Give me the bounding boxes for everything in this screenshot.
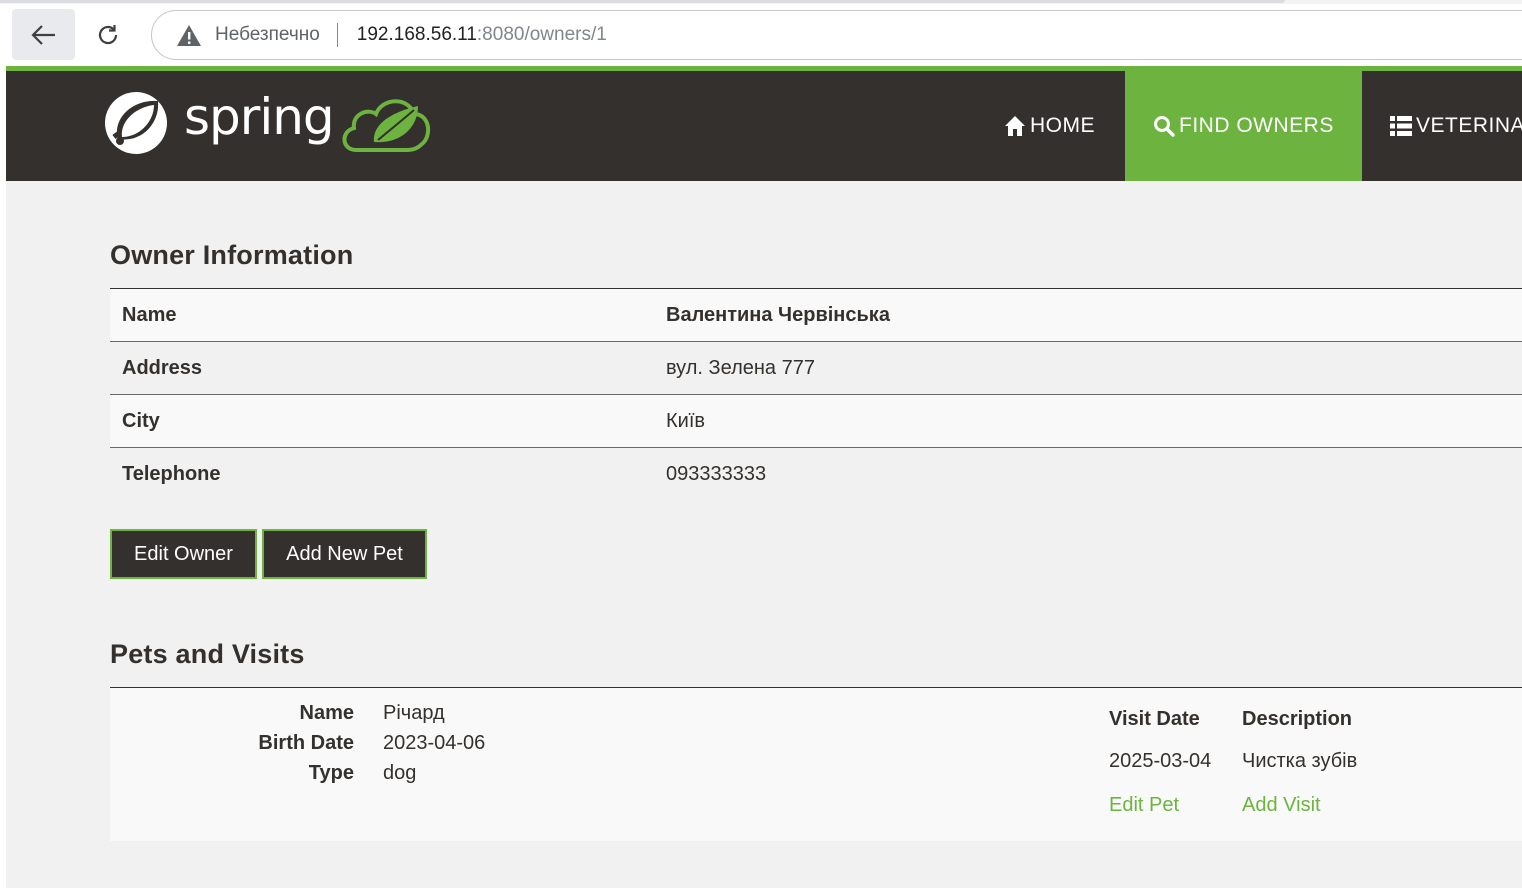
tab-strip: [0, 0, 1522, 4]
warning-icon[interactable]: [176, 23, 202, 47]
edit-pet-link[interactable]: Edit Pet: [1109, 794, 1179, 817]
nav-home-label: HOME: [1030, 114, 1095, 137]
pets-and-visits-title: Pets and Visits: [110, 639, 305, 669]
owner-information-title: Owner Information: [110, 240, 354, 270]
url-path[interactable]: :8080/owners/1: [477, 24, 607, 46]
spring-logo[interactable]: spring: [102, 89, 432, 157]
pet-birth-date-label: Birth Date: [258, 731, 354, 754]
visit-date-cell: 2025-03-04: [1109, 750, 1212, 772]
pet-type-value: dog: [383, 761, 417, 784]
petclinic-app: spring HOME FIND OWNERS VETERINA Owner I…: [6, 66, 1522, 888]
table-row: Telephone 093333333: [110, 448, 1522, 501]
owner-name-value: Валентина Червінська: [666, 303, 890, 326]
arrow-left-icon: [30, 24, 55, 45]
back-button[interactable]: [12, 9, 75, 60]
address-bar[interactable]: Небезпечно 192.168.56.11:8080/owners/1: [151, 10, 1522, 60]
owner-telephone-label: Telephone: [122, 463, 221, 485]
pet-details: Name Річард Birth Date 2023-04-06 Type d…: [110, 698, 530, 788]
pet-birth-date-value: 2023-04-06: [383, 731, 486, 754]
nav-find-owners-label: FIND OWNERS: [1179, 114, 1334, 137]
table-row: Address вул. Зелена 777: [110, 342, 1522, 395]
nav-find-owners[interactable]: FIND OWNERS: [1125, 71, 1362, 181]
pet-name-label: Name: [299, 701, 354, 724]
search-icon: [1153, 115, 1175, 137]
security-label[interactable]: Небезпечно: [215, 24, 320, 46]
add-visit-link[interactable]: Add Visit: [1242, 794, 1321, 817]
nav-veterinarians-label: VETERINA: [1416, 114, 1522, 137]
divider: [336, 23, 338, 47]
url-host[interactable]: 192.168.56.11: [357, 24, 477, 46]
list-icon: [1390, 116, 1412, 136]
nav-veterinarians[interactable]: VETERINA: [1390, 71, 1522, 181]
visit-description-cell: Чистка зубів: [1242, 750, 1358, 772]
reload-button[interactable]: [84, 9, 132, 60]
browser-toolbar: Небезпечно 192.168.56.11:8080/owners/1: [0, 0, 1522, 68]
description-header: Description: [1242, 708, 1353, 730]
edit-owner-button[interactable]: Edit Owner: [110, 529, 257, 579]
pet-type-label: Type: [308, 761, 354, 784]
owner-name-label: Name: [122, 303, 177, 326]
owner-address-label: Address: [122, 356, 203, 379]
pet-field: Name Річард: [110, 698, 530, 728]
owner-city-label: City: [122, 409, 160, 432]
reload-icon: [98, 24, 118, 44]
visit-date-header: Visit Date: [1109, 708, 1200, 730]
table-row: City Київ: [110, 395, 1522, 448]
owner-table: Name Валентина Червінська Address вул. З…: [110, 288, 1522, 501]
pet-field: Type dog: [110, 758, 530, 788]
logo-text: spring: [184, 88, 335, 146]
cloud-leaf-icon: [342, 99, 430, 152]
owner-address-value: вул. Зелена 777: [666, 356, 815, 379]
spring-leaf-icon: [105, 92, 167, 154]
pet-entry: Name Річард Birth Date 2023-04-06 Type d…: [110, 687, 1522, 841]
owner-telephone-value: 093333333: [666, 463, 767, 485]
pet-name-value: Річард: [383, 701, 445, 724]
home-icon: [1004, 115, 1026, 137]
owner-city-value: Київ: [666, 409, 706, 432]
pet-field: Birth Date 2023-04-06: [110, 728, 530, 758]
table-row: Name Валентина Червінська: [110, 289, 1522, 342]
navbar: spring HOME FIND OWNERS VETERINA: [6, 66, 1522, 181]
add-new-pet-button[interactable]: Add New Pet: [262, 529, 427, 579]
nav-home[interactable]: HOME: [1004, 71, 1095, 181]
